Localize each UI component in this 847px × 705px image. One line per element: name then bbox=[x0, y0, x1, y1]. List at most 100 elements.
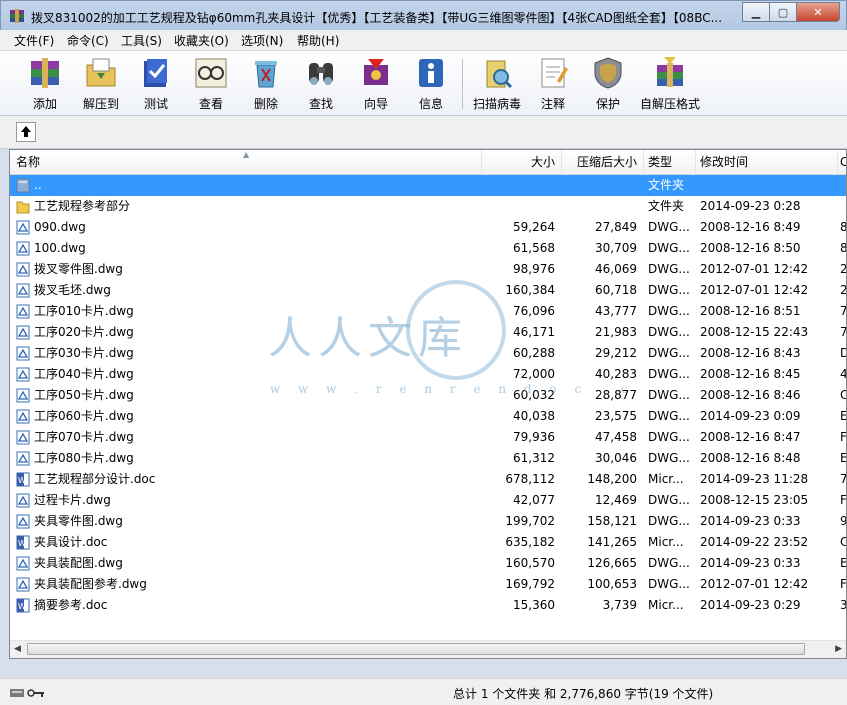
menu-help[interactable]: 帮助(H) bbox=[297, 32, 339, 49]
file-crc: 7 bbox=[840, 472, 847, 486]
file-crc: 3 bbox=[840, 598, 847, 612]
file-crc: 4 bbox=[840, 367, 847, 381]
scroll-left-icon[interactable]: ◀ bbox=[14, 644, 21, 654]
file-row[interactable]: 夹具装配图.dwg 160,570 126,665 DWG... 2014-09-23 … bbox=[10, 553, 847, 574]
protect-button[interactable]: 保护 bbox=[581, 53, 635, 113]
list-header: 名称 ▲ 大小 压缩后大小 类型 修改时间 C bbox=[10, 150, 846, 175]
menu-commands[interactable]: 命令(C) bbox=[67, 32, 109, 49]
minimize-button[interactable]: ▁ bbox=[742, 2, 770, 22]
dwg-file-icon bbox=[16, 451, 30, 466]
file-type: DWG... bbox=[648, 325, 690, 339]
title-bar[interactable]: 拨叉831002的加工工艺规程及钻φ60mm孔夹具设计【优秀】【工艺装备类】【带… bbox=[0, 0, 847, 30]
scrollbar-thumb[interactable] bbox=[27, 643, 805, 655]
file-type: DWG... bbox=[648, 577, 690, 591]
file-row[interactable]: 工艺规程参考部分 文件夹 2014-09-23 0:28 bbox=[10, 196, 846, 217]
file-row[interactable]: 拨叉毛坯.dwg 160,384 60,718 DWG... 2012-07-01 12… bbox=[10, 280, 846, 301]
dwg-file-icon bbox=[16, 577, 30, 592]
file-crc: 8 bbox=[840, 220, 847, 234]
file-packed-size bbox=[562, 196, 637, 217]
file-modified: 2008-12-16 8:48 bbox=[700, 451, 801, 465]
dwg-file-icon bbox=[16, 283, 30, 298]
file-row[interactable]: 工序080卡片.dwg 61,312 30,046 DWG... 2008-12-16 … bbox=[10, 448, 846, 469]
menu-favorites[interactable]: 收藏夹(O) bbox=[174, 32, 229, 49]
file-row[interactable]: 过程卡片.dwg 42,077 12,469 DWG... 2008-12-15 23:… bbox=[10, 490, 847, 511]
menu-file[interactable]: 文件(F) bbox=[14, 32, 54, 49]
menu-options[interactable]: 选项(N) bbox=[241, 32, 283, 49]
dwg-file-icon bbox=[16, 325, 30, 340]
wizard-button[interactable]: 向导 bbox=[349, 53, 403, 113]
column-packed-size[interactable]: 压缩后大小 bbox=[562, 150, 644, 174]
file-row[interactable]: W 夹具设计.doc 635,182 141,265 Micr... 2014-09-22… bbox=[10, 532, 846, 553]
file-name: 夹具零件图.dwg bbox=[34, 514, 123, 528]
status-summary: 总计 1 个文件夹 和 2,776,860 字节(19 个文件) bbox=[453, 687, 714, 701]
view-button[interactable]: 查看 bbox=[184, 53, 238, 113]
protect-icon bbox=[594, 57, 622, 89]
file-name: 过程卡片.dwg bbox=[34, 493, 111, 507]
test-icon bbox=[144, 59, 167, 87]
file-type: DWG... bbox=[648, 493, 690, 507]
column-crc[interactable]: C bbox=[838, 150, 846, 174]
file-row[interactable]: 工序030卡片.dwg 60,288 29,212 DWG... 2008-12-16 … bbox=[10, 343, 846, 364]
file-crc: F bbox=[840, 493, 847, 507]
add-button[interactable]: 添加 bbox=[18, 53, 72, 113]
file-row[interactable]: 夹具零件图.dwg 199,702 158,121 DWG... 2014-09-23 … bbox=[10, 511, 846, 532]
file-row[interactable]: 100.dwg 61,568 30,709 DWG... 2008-12-16 8:50… bbox=[10, 238, 846, 259]
info-button[interactable]: 信息 bbox=[404, 53, 458, 113]
file-row[interactable]: 090.dwg 59,264 27,849 DWG... 2008-12-16 8:49… bbox=[10, 217, 847, 238]
file-name: 工艺规程参考部分 bbox=[34, 199, 131, 213]
column-type[interactable]: 类型 bbox=[644, 150, 696, 174]
virus-scan-button[interactable]: 扫描病毒 bbox=[470, 53, 524, 113]
file-packed-size: 30,709 bbox=[595, 241, 637, 255]
column-modified[interactable]: 修改时间 bbox=[696, 150, 838, 174]
file-type: DWG... bbox=[648, 241, 690, 255]
file-type: Micr... bbox=[648, 598, 684, 612]
dwg-file-icon bbox=[16, 556, 30, 571]
info-label: 信息 bbox=[418, 97, 443, 111]
svg-text:W: W bbox=[18, 539, 26, 548]
file-row[interactable]: 工序010卡片.dwg 76,096 43,777 DWG... 2008-12-16 … bbox=[10, 301, 846, 322]
column-size[interactable]: 大小 bbox=[482, 150, 562, 174]
file-packed-size: 158,121 bbox=[587, 514, 637, 528]
file-modified: 2012-07-01 12:42 bbox=[700, 262, 809, 276]
file-list[interactable]: 名称 ▲ 大小 压缩后大小 类型 修改时间 C ..文件夹工艺规程参考部分文件夹… bbox=[9, 149, 847, 659]
file-row[interactable]: 工序040卡片.dwg 72,000 40,283 DWG... 2008-12-16 … bbox=[10, 364, 847, 385]
file-name: 工序030卡片.dwg bbox=[34, 346, 134, 360]
file-packed-size: 21,983 bbox=[595, 325, 637, 339]
delete-button[interactable]: 删除 bbox=[239, 53, 293, 113]
file-row[interactable]: W 工艺规程部分设计.doc 678,112 148,200 Micr... 2014-0… bbox=[10, 469, 847, 490]
maximize-button[interactable]: ▢ bbox=[769, 2, 797, 22]
up-folder-button[interactable] bbox=[16, 122, 36, 142]
file-packed-size: 3,739 bbox=[602, 598, 637, 612]
svg-text:W: W bbox=[18, 602, 26, 611]
comment-button[interactable]: 注释 bbox=[526, 53, 580, 113]
sfx-button[interactable]: 自解压格式 bbox=[640, 53, 700, 113]
drive-key-icon bbox=[10, 689, 44, 697]
menu-tools[interactable]: 工具(S) bbox=[121, 32, 162, 49]
file-row[interactable]: 工序060卡片.dwg 40,038 23,575 DWG... 2014-09-23 … bbox=[10, 406, 846, 427]
svg-text:W: W bbox=[18, 476, 26, 485]
delete-icon bbox=[255, 61, 277, 88]
file-row[interactable]: 工序050卡片.dwg 60,032 28,877 DWG... 2008-12-16 … bbox=[10, 385, 846, 406]
file-row[interactable]: .. 文件夹 bbox=[10, 175, 846, 196]
extract-to-button[interactable]: 解压到 bbox=[74, 53, 128, 113]
file-name: 拨叉零件图.dwg bbox=[34, 262, 123, 276]
word-document-icon: W bbox=[16, 598, 30, 613]
file-row[interactable]: 工序070卡片.dwg 79,936 47,458 DWG... 2008-12-16 … bbox=[10, 427, 846, 448]
horizontal-scrollbar[interactable]: ◀ ▶ bbox=[10, 640, 846, 658]
file-packed-size: 148,200 bbox=[587, 472, 637, 486]
file-type: DWG... bbox=[648, 430, 690, 444]
test-button[interactable]: 测试 bbox=[129, 53, 183, 113]
scroll-right-icon[interactable]: ▶ bbox=[835, 644, 842, 654]
file-row[interactable]: 夹具装配图参考.dwg 169,792 100,653 DWG... 2012-07-0… bbox=[10, 574, 846, 595]
file-packed-size: 126,665 bbox=[587, 556, 637, 570]
find-button[interactable]: 查找 bbox=[294, 53, 348, 113]
file-row[interactable]: W 摘要参考.doc 15,360 3,739 Micr... 2014-09-23 0:… bbox=[10, 595, 847, 616]
file-packed-size: 60,718 bbox=[595, 283, 637, 297]
file-row[interactable]: 拨叉零件图.dwg 98,976 46,069 DWG... 2012-07-01 12… bbox=[10, 259, 846, 280]
file-crc: E bbox=[840, 556, 847, 570]
close-button[interactable]: ✕ bbox=[796, 2, 840, 22]
file-row[interactable]: 工序020卡片.dwg 46,171 21,983 DWG... 2008-12-15 … bbox=[10, 322, 846, 343]
file-size: 160,570 bbox=[505, 556, 555, 570]
parent-folder-icon bbox=[16, 178, 30, 193]
file-type: DWG... bbox=[648, 451, 690, 465]
